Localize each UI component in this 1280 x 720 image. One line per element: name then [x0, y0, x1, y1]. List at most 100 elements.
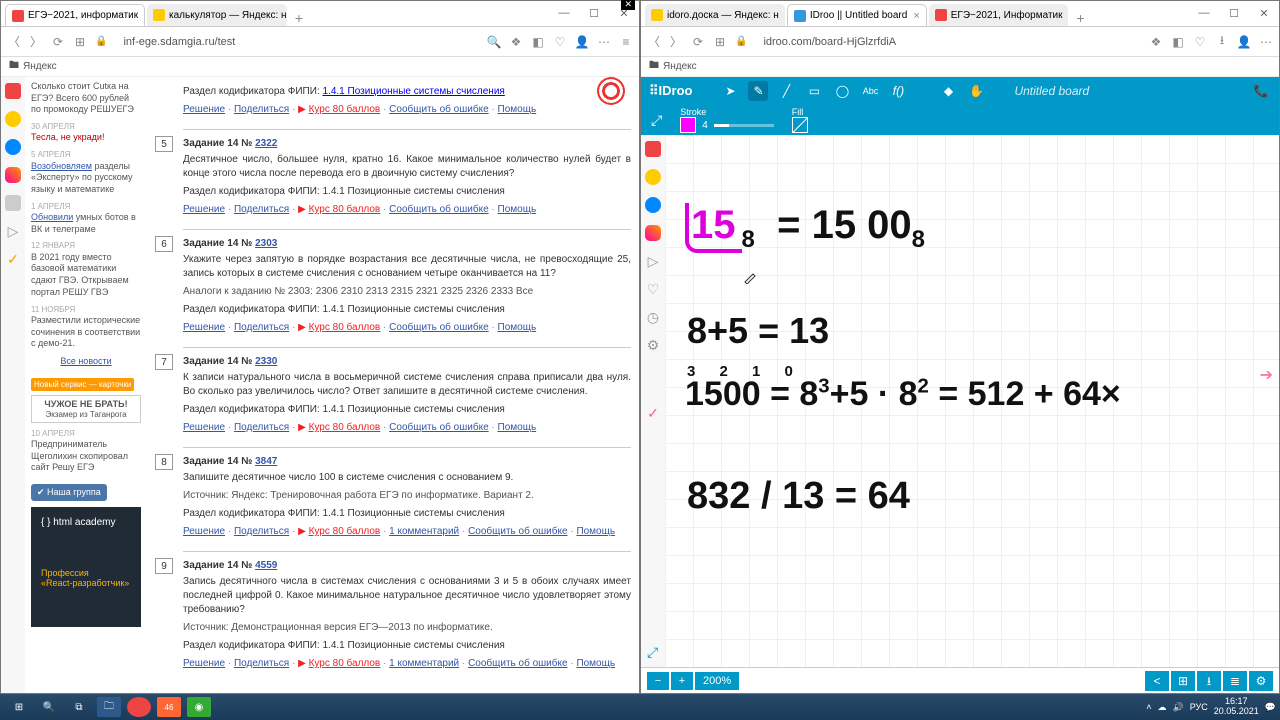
arrow-right-icon[interactable]: ➔ — [1260, 365, 1273, 385]
instagram-icon[interactable] — [645, 225, 661, 241]
forward-button[interactable]: 〉 — [29, 35, 43, 49]
task-no-link[interactable]: 2303 — [255, 238, 277, 249]
expand-icon[interactable]: ⤢ — [647, 644, 658, 661]
rect-tool[interactable]: ▭ — [804, 81, 824, 101]
back-button[interactable]: 〈 — [7, 35, 21, 49]
ext-icon[interactable]: ◧ — [1171, 35, 1185, 49]
news-item[interactable]: Разместили исторические сочинения в соот… — [31, 315, 141, 350]
course-link[interactable]: Курс 80 баллов — [309, 422, 381, 433]
tab-ege[interactable]: ЕГЭ−2021, информатик× — [5, 4, 145, 26]
all-news-link[interactable]: Все новости — [60, 356, 111, 366]
help-link[interactable]: Помощь — [498, 204, 537, 215]
app-icon[interactable]: 46 — [157, 697, 181, 717]
html-academy-ad[interactable]: ✕ { } html academy Профессия«React-разра… — [31, 507, 141, 627]
call-icon[interactable]: 📞 — [1251, 81, 1271, 101]
opera-icon[interactable] — [5, 83, 21, 99]
pen-tool[interactable]: ✎ — [748, 81, 768, 101]
sidebar-icon[interactable] — [645, 169, 661, 185]
explorer-icon[interactable]: 🗀 — [97, 697, 121, 717]
report-link[interactable]: Сообщить об ошибке — [468, 658, 567, 669]
new-tab-button[interactable]: + — [1070, 10, 1090, 26]
app-icon[interactable]: ◉ — [187, 697, 211, 717]
solution-link[interactable]: Решение — [183, 204, 225, 215]
zoom-in-button[interactable]: + — [671, 672, 693, 690]
course-link[interactable]: Курс 80 баллов — [309, 204, 381, 215]
start-page-button[interactable]: ⊞ — [73, 35, 87, 49]
ext-icon[interactable]: ❖ — [1149, 35, 1163, 49]
tab-idroo[interactable]: IDroo || Untitled board× — [787, 4, 927, 26]
url-text[interactable]: inf-ege.sdamgia.ru/test — [115, 36, 479, 48]
kod-link[interactable]: 1.4.1 Позиционные системы счисления — [322, 640, 504, 651]
solution-link[interactable]: Решение — [183, 322, 225, 333]
clock-icon[interactable]: ◷ — [645, 309, 661, 325]
heart-icon[interactable]: ♡ — [553, 35, 567, 49]
close-button[interactable]: ✕ — [1249, 0, 1279, 26]
minimize-button[interactable]: — — [1189, 0, 1219, 26]
download-icon[interactable]: ⭳ — [1215, 35, 1229, 49]
start-button[interactable]: ⊞ — [7, 697, 31, 717]
report-link[interactable]: Сообщить об ошибке — [468, 526, 567, 537]
course-link[interactable]: Курс 80 баллов — [309, 658, 381, 669]
task-view-icon[interactable]: ⧉ — [67, 697, 91, 717]
report-link[interactable]: Сообщить об ошибке — [389, 422, 488, 433]
line-tool[interactable]: ╱ — [776, 81, 796, 101]
zoom-value[interactable]: 200% — [695, 672, 739, 690]
ext-icon[interactable]: ❖ — [509, 35, 523, 49]
close-icon[interactable]: × — [913, 10, 919, 22]
tab-ege2[interactable]: ЕГЭ−2021, Информатик — [929, 4, 1069, 26]
download-icon[interactable]: ⭳ — [1197, 671, 1221, 691]
ellipse-tool[interactable]: ◯ — [832, 81, 852, 101]
news-item[interactable]: Предприниматель Щеголихин скопировал сай… — [31, 439, 141, 474]
ext-icon[interactable]: ◧ — [531, 35, 545, 49]
start-page-button[interactable]: ⊞ — [713, 35, 727, 49]
news-link[interactable]: Тесла, не укради! — [31, 132, 141, 144]
messenger-icon[interactable] — [645, 197, 661, 213]
solution-link[interactable]: Решение — [183, 422, 225, 433]
text-tool[interactable]: Abc — [860, 81, 880, 101]
search-icon[interactable]: 🔍 — [487, 35, 501, 49]
share-link[interactable]: Поделиться — [234, 526, 289, 537]
chevron-up-icon[interactable]: ˄ — [1146, 702, 1151, 712]
task-no-link[interactable]: 4559 — [255, 560, 277, 571]
share-icon[interactable]: < — [1145, 671, 1169, 691]
sidebar-icon[interactable] — [5, 111, 21, 127]
grid-icon[interactable]: ⊞ — [1171, 671, 1195, 691]
play-icon[interactable]: ▷ — [5, 223, 21, 239]
eraser-tool[interactable]: ◆ — [938, 81, 958, 101]
reload-button[interactable]: ⟳ — [51, 35, 65, 49]
idroo-logo[interactable]: ⠿IDroo — [649, 83, 692, 99]
opera-taskbar-icon[interactable] — [127, 697, 151, 717]
help-link[interactable]: Помощь — [576, 526, 615, 537]
solution-link[interactable]: Решение — [183, 658, 225, 669]
tab-calc[interactable]: калькулятор — Яндекс: н× — [147, 4, 287, 26]
sidebar-icon[interactable] — [5, 195, 21, 211]
warning-chip[interactable]: ЧУЖОЕ НЕ БРАТЬ!Экзамер из Таганрога — [31, 395, 141, 423]
kod-link[interactable]: 1.4.1 Позиционные системы счисления — [322, 304, 504, 315]
notifications-icon[interactable]: 💬 — [1265, 702, 1276, 713]
news-item[interactable]: Обновили умных ботов в ВК и телеграме — [31, 212, 141, 235]
service-badge[interactable]: Новый сервис — карточки — [31, 378, 134, 391]
minimize-button[interactable]: — — [549, 0, 579, 26]
task-no-link[interactable]: 3847 — [255, 456, 277, 467]
whiteboard-canvas[interactable]: 158 = 15 008 8+5 = 13 3 2 1 0 1500 = 83+… — [665, 135, 1279, 667]
back-button[interactable]: 〈 — [647, 35, 661, 49]
kod-link[interactable]: 1.4.1 Позиционные системы счисления — [322, 186, 504, 197]
report-link[interactable]: Сообщить об ошибке — [389, 204, 488, 215]
formula-tool[interactable]: f() — [888, 81, 908, 101]
maximize-button[interactable]: ☐ — [1219, 0, 1249, 26]
menu-icon[interactable]: ⋯ — [1259, 35, 1273, 49]
pin-icon[interactable]: ✓ — [645, 405, 661, 421]
course-link[interactable]: Курс 80 баллов — [309, 322, 381, 333]
url-text[interactable]: idroo.com/board-HjGlzrfdiA — [755, 36, 1141, 48]
help-link[interactable]: Помощь — [498, 322, 537, 333]
layers-icon[interactable]: ≣ — [1223, 671, 1247, 691]
instagram-icon[interactable] — [5, 167, 21, 183]
cloud-icon[interactable]: ☁ — [1157, 702, 1166, 713]
vk-button[interactable]: ✔ Наша группа — [31, 484, 107, 501]
course-link[interactable]: Курс 80 баллов — [309, 526, 381, 537]
close-icon[interactable]: × — [144, 10, 145, 22]
zoom-out-button[interactable]: − — [647, 672, 669, 690]
reload-button[interactable]: ⟳ — [691, 35, 705, 49]
messenger-icon[interactable] — [5, 139, 21, 155]
pointer-tool[interactable]: ➤ — [720, 81, 740, 101]
